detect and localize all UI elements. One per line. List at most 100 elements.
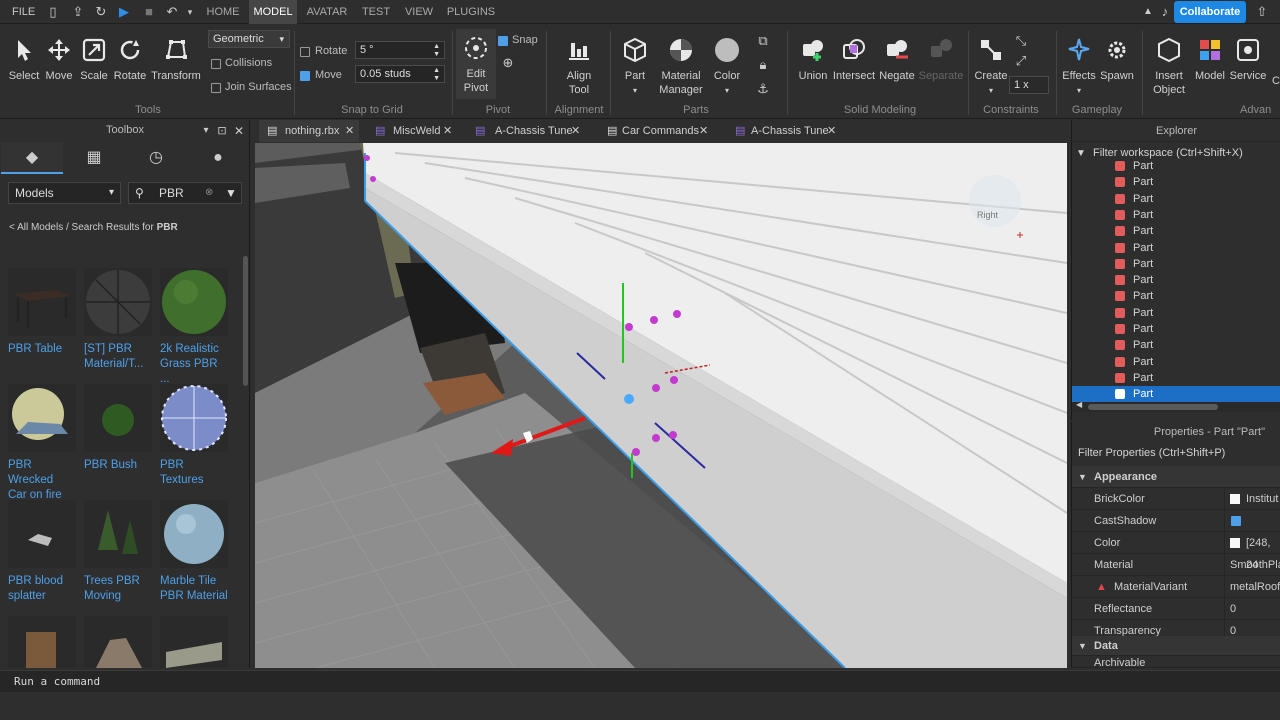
command-input[interactable]: Run a command xyxy=(14,675,100,688)
union-button[interactable]: Union xyxy=(795,31,831,103)
material-manager-button[interactable]: Material Manager xyxy=(658,31,704,103)
explorer-part-row[interactable]: Part xyxy=(1072,305,1280,321)
scale-tool-button[interactable]: Scale xyxy=(78,31,110,103)
scene-render[interactable]: Right xyxy=(255,143,1067,668)
stepper-icon[interactable]: ▲ ▼ xyxy=(433,67,440,83)
command-bar[interactable]: Run a command xyxy=(0,670,1280,692)
explorer-part-row[interactable]: Part xyxy=(1072,337,1280,353)
explorer-part-row[interactable]: Part xyxy=(1072,272,1280,288)
chevron-up-icon[interactable]: ▲ xyxy=(1140,4,1156,20)
toolbox-item[interactable]: PBR Table xyxy=(8,268,78,357)
share-icon[interactable]: ⇧ xyxy=(1254,4,1270,20)
undo-dropdown-icon[interactable]: ▾ xyxy=(182,4,198,20)
close-tab-icon[interactable]: ✕ xyxy=(345,120,354,142)
data-section[interactable]: ▼ Data xyxy=(1072,636,1280,656)
transform-mode-dropdown[interactable]: Geometric ▾ xyxy=(208,30,290,48)
tab-view[interactable]: VIEW xyxy=(401,0,437,24)
explorer-part-row[interactable]: Part xyxy=(1072,288,1280,304)
stepper-icon[interactable]: ▲ ▼ xyxy=(433,43,440,59)
negate-button[interactable]: Negate xyxy=(878,31,916,103)
file-menu[interactable]: FILE xyxy=(12,0,35,24)
explorer-part-row[interactable]: Part xyxy=(1072,207,1280,223)
close-tab-icon[interactable]: ✕ xyxy=(571,120,580,142)
castshadow-checkbox[interactable] xyxy=(1231,516,1241,526)
notification-bell-icon[interactable]: ♪ xyxy=(1157,4,1173,20)
appearance-section[interactable]: ▼ Appearance xyxy=(1072,466,1280,488)
toolbox-item[interactable]: [ST] PBR Material/T... xyxy=(84,268,154,372)
move-snap-checkbox[interactable] xyxy=(300,71,310,81)
weld-icon[interactable]: ⤢ xyxy=(1013,53,1029,69)
toolbox-item[interactable]: PBR Bush xyxy=(84,384,154,473)
intersect-button[interactable]: Intersect xyxy=(832,31,876,103)
insert-object-button[interactable]: Insert Object xyxy=(1148,31,1190,103)
transform-tool-button[interactable]: Transform xyxy=(150,31,202,103)
property-archivable[interactable]: Archivable xyxy=(1072,658,1280,668)
scroll-left-icon[interactable]: ◀ xyxy=(1076,400,1082,409)
property-material[interactable]: Material SmoothPla xyxy=(1072,554,1280,576)
collaborate-button[interactable]: Collaborate xyxy=(1174,1,1246,23)
spawn-button[interactable]: Spawn xyxy=(1098,31,1136,103)
explorer-part-row[interactable]: Part xyxy=(1072,191,1280,207)
explorer-part-row[interactable]: Part xyxy=(1072,240,1280,256)
tab-miscweld[interactable]: ▤ MiscWeld ✕ xyxy=(367,120,467,142)
toolbox-item[interactable]: Trees PBR Moving xyxy=(84,500,154,604)
pivot-snap-checkbox[interactable] xyxy=(498,36,508,46)
tab-model[interactable]: MODEL xyxy=(249,0,297,24)
separate-button[interactable]: Separate xyxy=(918,31,964,103)
tab-plugins[interactable]: PLUGINS xyxy=(445,0,497,24)
close-tab-icon[interactable]: ✕ xyxy=(827,120,836,142)
toolbox-item[interactable]: Marble Tile PBR Material xyxy=(160,500,230,604)
3d-viewport[interactable]: Right xyxy=(255,143,1067,668)
explorer-part-row[interactable]: Part xyxy=(1072,321,1280,337)
tab-a-chassis-tune[interactable]: ▤ A-Chassis Tune ✕ xyxy=(467,120,587,142)
clear-search-icon[interactable]: ⊗ xyxy=(205,183,213,203)
close-tab-icon[interactable]: ✕ xyxy=(699,120,708,142)
tab-home[interactable]: HOME xyxy=(202,0,244,24)
part-button[interactable]: Part ▾ xyxy=(618,31,652,103)
constraint-scale-input[interactable]: 1 x xyxy=(1009,76,1049,94)
toolbox-item[interactable] xyxy=(84,616,154,668)
rotate-snap-input[interactable]: 5 ° ▲ ▼ xyxy=(355,41,445,59)
dock-icon[interactable]: ⊡ xyxy=(214,123,230,139)
explorer-part-row[interactable]: Part xyxy=(1072,256,1280,272)
collisions-checkbox[interactable] xyxy=(211,59,221,69)
service-button[interactable]: Service xyxy=(1229,31,1267,103)
category-dropdown[interactable]: Models ▾ xyxy=(8,182,121,204)
join-surfaces-checkbox[interactable] xyxy=(211,83,221,93)
explorer-part-row[interactable]: Part xyxy=(1072,386,1280,403)
explorer-part-row[interactable]: Part xyxy=(1072,158,1280,174)
explorer-part-row[interactable]: Part xyxy=(1072,223,1280,239)
color-button[interactable]: Color ▾ xyxy=(708,31,746,103)
explorer-horizontal-scrollbar[interactable]: ◀ xyxy=(1072,400,1280,412)
explorer-part-row[interactable]: Part xyxy=(1072,354,1280,370)
close-icon[interactable]: ✕ xyxy=(231,123,247,139)
explorer-part-row[interactable]: Part xyxy=(1072,174,1280,190)
filter-icon[interactable]: ▼ xyxy=(225,183,237,203)
tab-inventory[interactable]: ▦ xyxy=(63,142,125,174)
tab-test[interactable]: TEST xyxy=(357,0,395,24)
property-brickcolor[interactable]: BrickColor Institut xyxy=(1072,488,1280,510)
select-tool-button[interactable]: Select xyxy=(6,31,42,103)
tab-marketplace[interactable]: ◆ xyxy=(1,142,63,174)
tab-creations[interactable]: ● xyxy=(187,142,249,174)
toolbox-item[interactable]: PBR Wrecked Car on fire xyxy=(8,384,78,503)
play-icon[interactable]: ▶ xyxy=(116,4,132,20)
property-color[interactable]: Color [248, 24 xyxy=(1072,532,1280,571)
group-icon[interactable]: ⧉ xyxy=(755,33,771,49)
move-tool-button[interactable]: Move xyxy=(43,31,75,103)
toolbox-item[interactable] xyxy=(160,616,230,668)
align-tool-button[interactable]: Align Tool xyxy=(558,31,600,103)
lock-icon[interactable]: 🔒︎ xyxy=(755,57,771,73)
explorer-part-row[interactable]: Part xyxy=(1072,370,1280,386)
rotate-snap-checkbox[interactable] xyxy=(300,47,310,57)
effects-button[interactable]: Effects ▾ xyxy=(1060,31,1098,103)
close-tab-icon[interactable]: ✕ xyxy=(443,120,452,142)
property-castshadow[interactable]: CastShadow xyxy=(1072,510,1280,532)
tab-avatar[interactable]: AVATAR xyxy=(303,0,351,24)
reload-icon[interactable]: ↻ xyxy=(93,4,109,20)
new-file-icon[interactable]: ▯ xyxy=(45,4,61,20)
stop-icon[interactable]: ■ xyxy=(141,4,157,20)
chevron-down-icon[interactable]: ▾ xyxy=(198,123,214,139)
toolbox-item[interactable]: PBR blood splatter xyxy=(8,500,78,604)
tab-recent[interactable]: ◷ xyxy=(125,142,187,174)
